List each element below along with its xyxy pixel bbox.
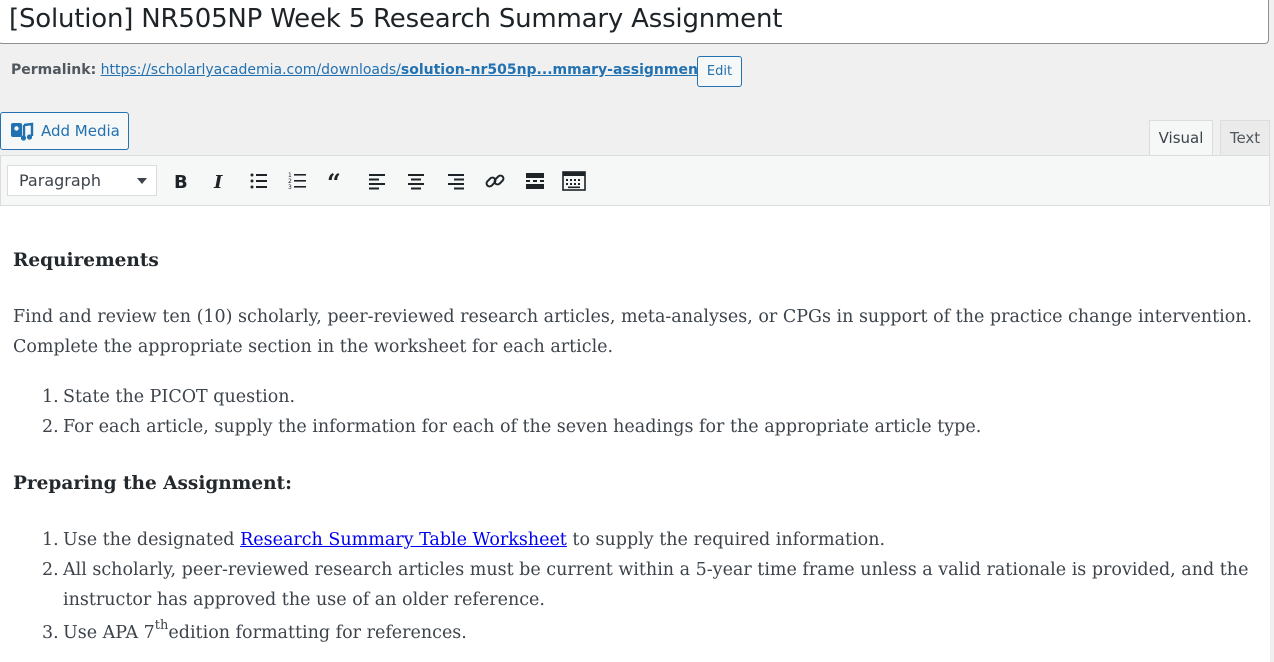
heading-requirements: Requirements <box>13 250 159 271</box>
blockquote-icon[interactable]: “ <box>324 168 350 194</box>
requirements-paragraph: Find and review ten (10) scholarly, peer… <box>13 307 1253 357</box>
list-item: 1. Use the designated Research Summary Ta… <box>42 530 886 550</box>
list-item: 2. For each article, supply the informati… <box>42 417 982 437</box>
align-center-icon[interactable] <box>403 168 429 194</box>
preparing-list: 1. Use the designated Research Summary Ta… <box>13 525 1253 648</box>
tab-text[interactable]: Text <box>1220 120 1270 155</box>
svg-text:3: 3 <box>288 184 292 191</box>
read-more-icon[interactable] <box>522 168 548 194</box>
bold-icon[interactable]: B <box>167 168 193 194</box>
align-right-icon[interactable] <box>443 168 469 194</box>
permalink-label: Permalink: <box>11 62 97 78</box>
chevron-down-icon <box>137 178 147 184</box>
permalink-link[interactable]: https://scholarlyacademia.com/downloads/… <box>101 62 710 78</box>
editor-toolbar: Paragraph B I 1 2 3 “ <box>0 155 1270 206</box>
align-left-icon[interactable] <box>364 168 390 194</box>
svg-text:B: B <box>174 172 188 191</box>
italic-icon[interactable]: I <box>206 168 232 194</box>
tab-visual[interactable]: Visual <box>1149 120 1213 155</box>
add-media-label: Add Media <box>41 122 120 140</box>
worksheet-link[interactable]: Research Summary Table Worksheet <box>240 530 567 550</box>
permalink-row: Permalink: https://scholarlyacademia.com… <box>11 62 709 78</box>
format-select[interactable]: Paragraph <box>7 165 157 196</box>
list-item: 2. All scholarly, peer-reviewed research … <box>42 560 1249 610</box>
svg-text:I: I <box>213 172 223 191</box>
link-icon[interactable] <box>482 168 508 194</box>
toolbar-toggle-icon[interactable] <box>561 168 587 194</box>
list-item: 3. Use APA 7thedition formatting for refe… <box>42 618 467 643</box>
svg-text:“: “ <box>327 171 341 191</box>
numbered-list-icon[interactable]: 1 2 3 <box>285 168 311 194</box>
post-title-input[interactable]: [Solution] NR505NP Week 5 Research Summa… <box>0 0 1269 44</box>
post-title-text: [Solution] NR505NP Week 5 Research Summa… <box>9 4 783 34</box>
add-media-button[interactable]: Add Media <box>0 112 129 150</box>
editor-content[interactable]: Requirements Find and review ten (10) sc… <box>0 206 1270 662</box>
media-icon <box>10 120 34 142</box>
heading-preparing: Preparing the Assignment: <box>13 473 292 494</box>
format-select-value: Paragraph <box>19 171 101 190</box>
bullet-list-icon[interactable] <box>246 168 272 194</box>
list-item: 1. State the PICOT question. <box>42 387 296 407</box>
requirements-list: 1. State the PICOT question. 2. For each a… <box>13 382 1253 442</box>
permalink-edit-button[interactable]: Edit <box>697 56 742 87</box>
